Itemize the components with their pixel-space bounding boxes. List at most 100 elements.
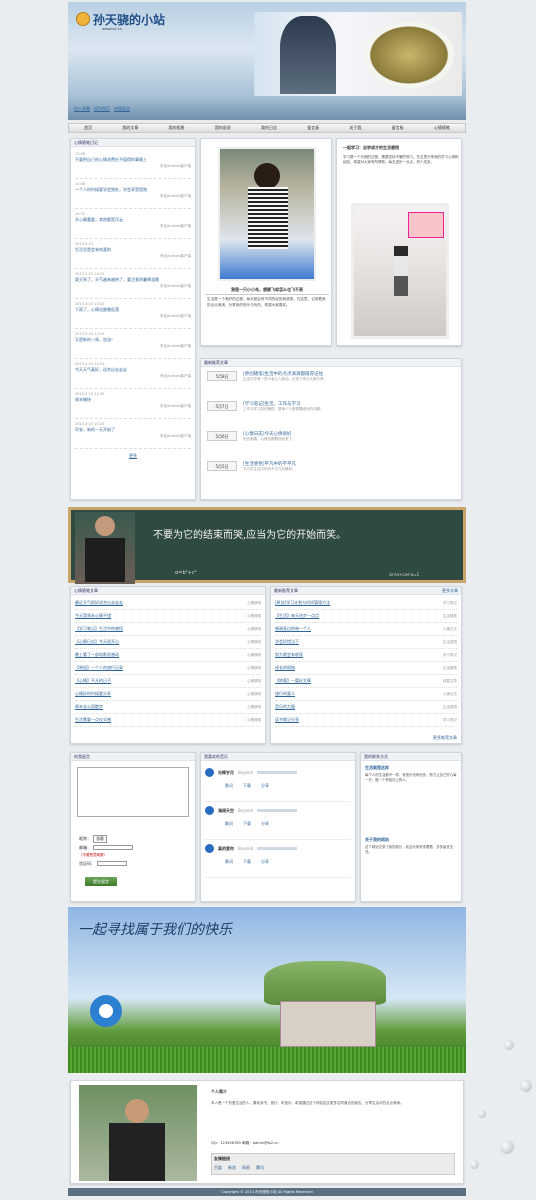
- diary-text[interactable]: 又是新的一周，加油！: [75, 337, 191, 343]
- list-item-title[interactable]: 音乐的力量: [275, 704, 295, 710]
- diary-entry: 2013-5-15 10:20 早安，新的一天开始了 来自Android客户端: [75, 419, 191, 449]
- nav-item[interactable]: 关于我: [349, 125, 361, 131]
- music-action[interactable]: 分享: [261, 859, 269, 865]
- panel-title: 给我留言: [71, 753, 195, 761]
- list-item-title[interactable]: 最近天气很好适合出去走走: [75, 600, 123, 606]
- nav-item[interactable]: 我的相册: [169, 125, 185, 131]
- message-textarea[interactable]: [77, 767, 189, 817]
- list-item: 【转载】一篇好文章 转载文章: [275, 675, 457, 688]
- submit-button[interactable]: 提交留言: [85, 877, 117, 886]
- list-item: 今天是周末心情不错 心情随笔: [75, 610, 261, 623]
- list-item-title[interactable]: 周末去公园散步: [75, 704, 103, 710]
- list-item-category: 心情随笔: [247, 626, 261, 631]
- music-action[interactable]: 歌词: [225, 783, 233, 789]
- progress-bar[interactable]: [257, 847, 298, 850]
- diary-text[interactable]: 开心最重要，其他都是浮云: [75, 217, 191, 223]
- music-action[interactable]: 歌词: [225, 821, 233, 827]
- list-item-title[interactable]: 学会珍惜当下: [275, 639, 299, 645]
- music-action[interactable]: 分享: [261, 783, 269, 789]
- friend-link[interactable]: 百度: [214, 1165, 222, 1171]
- list-item-title[interactable]: [原创]学习计划与时间管理方法: [275, 600, 330, 606]
- main-nav: 首页 我的文章 我的相册 我的说说 我的日志 留言板 关于我 留言板 心情随笔: [68, 123, 466, 133]
- site-title: 孙天骁的小站: [93, 13, 166, 27]
- progress-bar[interactable]: [257, 771, 298, 774]
- list-item-title[interactable]: 【转载】一篇好文章: [275, 678, 311, 684]
- banner-portrait: [75, 512, 135, 584]
- play-icon[interactable]: [205, 768, 214, 777]
- article-date: 5月5日: [207, 461, 237, 471]
- list-item-title[interactable]: 【心情日志】今天很开心: [75, 639, 119, 645]
- list-item-title[interactable]: 晚上看了一部电影很感动: [75, 652, 119, 658]
- friend-link[interactable]: 网易: [242, 1165, 250, 1171]
- diary-text[interactable]: 今天天气真好，适合出去走走: [75, 367, 191, 373]
- nav-item[interactable]: 留言板: [307, 125, 319, 131]
- more-link[interactable]: 更多: [129, 453, 137, 458]
- music-action[interactable]: 下载: [243, 783, 251, 789]
- list-item-title[interactable]: 【学习笔记】生活中的感悟: [75, 626, 123, 632]
- friend-link[interactable]: 腾讯: [256, 1165, 264, 1171]
- list-item-category: 转载文章: [443, 678, 457, 683]
- list-item-title[interactable]: 旅行的意义: [275, 691, 295, 697]
- list-item: 生活需要一点仪式感 心情随笔: [75, 714, 261, 727]
- friend-link[interactable]: 新浪: [228, 1165, 236, 1171]
- article-desc: 阳光明媚，心情也跟着好起来了。: [243, 437, 296, 441]
- music-action[interactable]: 分享: [261, 821, 269, 827]
- article-body: [心情日志]今天心情很好 阳光明媚，心情也跟着好起来了。: [243, 431, 296, 442]
- nav-item[interactable]: 留言板: [392, 125, 404, 131]
- list-item-title[interactable]: 感谢身边的每一个人: [275, 626, 311, 632]
- list-item-title[interactable]: 【原创】一个人的旅行记录: [75, 665, 123, 671]
- list-item-title[interactable]: 今天是周末心情不错: [75, 613, 111, 619]
- email-input[interactable]: [93, 845, 133, 850]
- diary-text[interactable]: 一个人的时候要学会独处，学会享受孤独: [75, 187, 191, 193]
- captcha-input[interactable]: [97, 861, 127, 866]
- profile-photo: [218, 147, 316, 281]
- header-links: 加入收藏 设为首页 给我留言: [74, 106, 130, 112]
- diary-text[interactable]: 周末愉快: [75, 397, 191, 403]
- music-action[interactable]: 歌词: [225, 859, 233, 865]
- nav-item[interactable]: 我的文章: [122, 125, 138, 131]
- play-icon[interactable]: [205, 844, 214, 853]
- diary-meta: 来自Android客户端: [159, 344, 191, 348]
- photo-caption: 我是一只小小鸟，想要飞却怎么也飞不高: [205, 287, 329, 295]
- list-item-title[interactable]: 读书笔记分享: [275, 717, 299, 723]
- nav-item[interactable]: 我的说说: [215, 125, 231, 131]
- nav-item[interactable]: 首页: [84, 125, 92, 131]
- header-link[interactable]: 给我留言: [114, 106, 130, 112]
- list-item-title[interactable]: 心情好的时候要分享: [75, 691, 111, 697]
- list-item: 最近天气很好适合出去走走 心情随笔: [75, 597, 261, 610]
- list-item-category: 心情日志: [443, 626, 457, 631]
- diary-text[interactable]: 下雨了，心情也跟着低落: [75, 307, 191, 313]
- list-item-category: 学习笔记: [443, 600, 457, 605]
- nav-item[interactable]: 心情随笔: [434, 125, 450, 131]
- list-item-title[interactable]: 【生活】每天进步一点点: [275, 613, 319, 619]
- article-item: 5月6日 [心情日志]今天心情很好 阳光明媚，心情也跟着好起来了。: [207, 431, 455, 461]
- diary-text[interactable]: 早安，新的一天开始了: [75, 427, 191, 433]
- profile-title: 个人简介: [211, 1089, 227, 1094]
- article-date: 5月8日: [207, 371, 237, 381]
- nav-item[interactable]: 我的日志: [261, 125, 277, 131]
- progress-bar[interactable]: [257, 809, 298, 812]
- photo-text: 生活是一个美好的过程，每天都会有不同的经历和感受。在这里，记录着我的点点滴滴，分…: [207, 297, 326, 307]
- header-link[interactable]: 设为首页: [94, 106, 110, 112]
- list-item-title[interactable]: 成长的烦恼: [275, 665, 295, 671]
- play-icon[interactable]: [205, 806, 214, 815]
- list-item-category: 生活感悟: [443, 639, 457, 644]
- portrait-body: [85, 538, 125, 582]
- diary-time: 2013-5-15 12:51: [75, 362, 105, 366]
- diary-text[interactable]: 生活总是会有惊喜的: [75, 247, 191, 253]
- track-title: 海阔天空: [218, 807, 234, 813]
- diary-time: 2013-5-15: [75, 242, 94, 246]
- diary-text[interactable]: 夏天到了，天气越来越热了，要注意防暑降温哦: [75, 277, 191, 283]
- list-item-title[interactable]: 努力就会有收获: [275, 652, 303, 658]
- diary-time: 14:31: [75, 212, 86, 216]
- more-articles-link[interactable]: 更多文章: [442, 587, 458, 595]
- music-action[interactable]: 下载: [243, 821, 251, 827]
- name-input[interactable]: 游客: [93, 835, 107, 843]
- header-link[interactable]: 加入收藏: [74, 106, 90, 112]
- list-item-title[interactable]: 【心情】平凡的日子: [75, 678, 111, 684]
- more-recommended-link[interactable]: 更多推荐文章: [433, 735, 457, 741]
- music-action[interactable]: 下载: [243, 859, 251, 865]
- bubble-decoration: [500, 1140, 514, 1154]
- diary-text[interactable]: 不要把自己的心情浪费在不值得的事情上: [75, 157, 191, 163]
- list-item-title[interactable]: 生活需要一点仪式感: [75, 717, 111, 723]
